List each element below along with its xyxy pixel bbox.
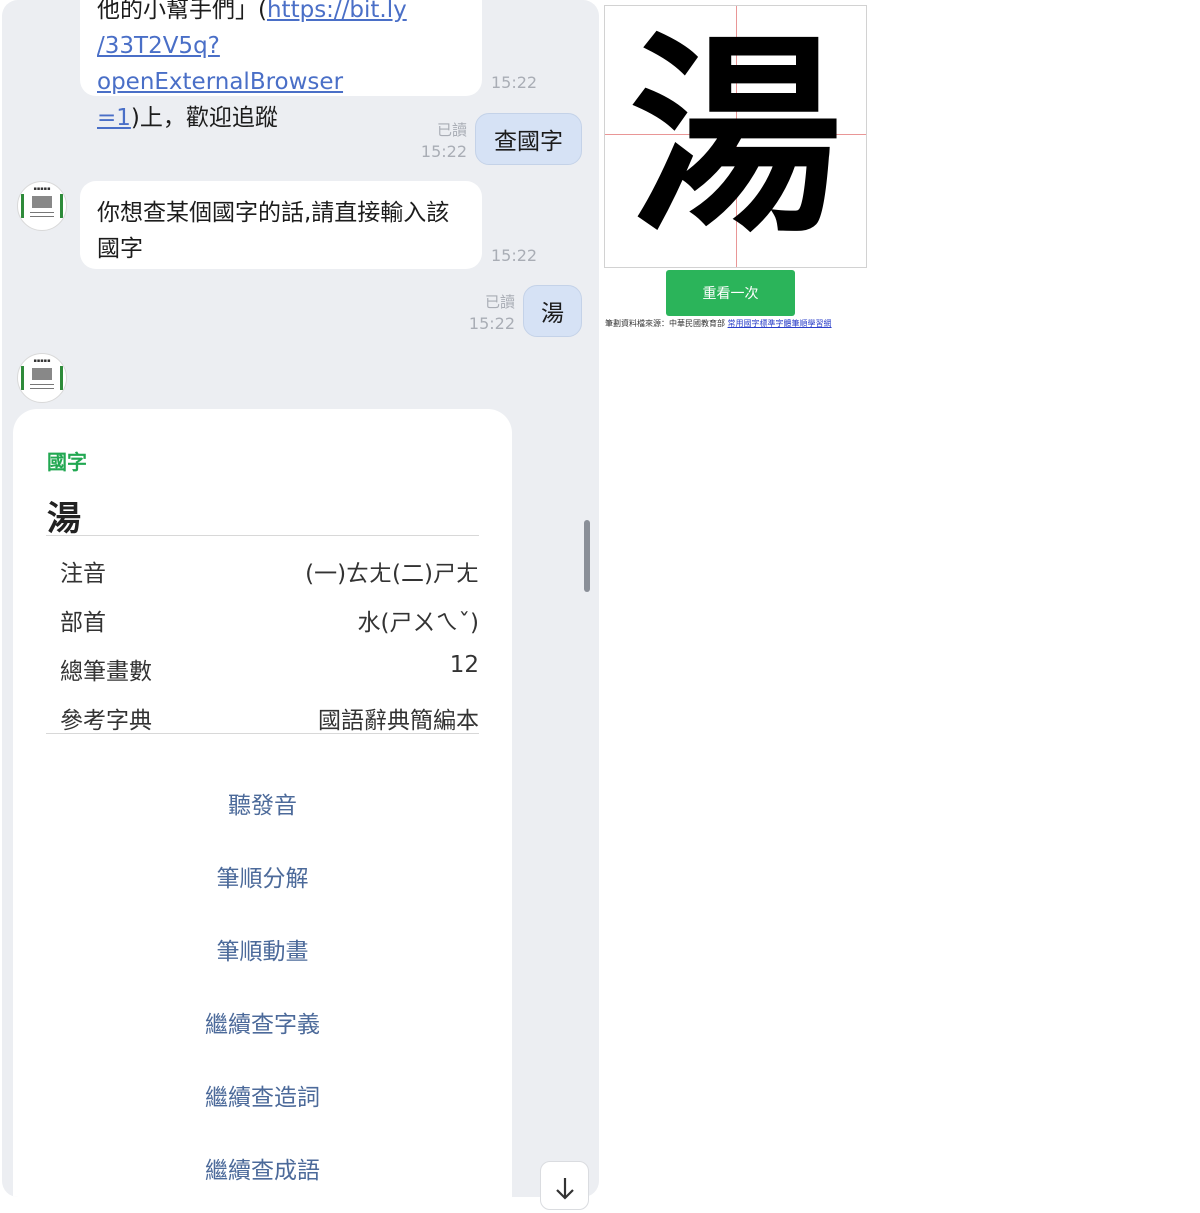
stroke-animation-button[interactable]: 筆順動畫 — [13, 932, 512, 966]
message-text: 他的小幫手們」( — [97, 0, 267, 23]
info-key: 總筆畫數 — [60, 659, 152, 685]
scroll-down-button[interactable] — [540, 1161, 589, 1210]
info-value: 水(ㄕㄨㄟˇ) — [357, 610, 479, 636]
source-credit: 筆劃資料檔來源：中華民國教育部 常用國字標準字體筆順學習網 — [605, 318, 832, 329]
card-tag: 國字 — [47, 450, 87, 474]
info-key: 參考字典 — [60, 708, 152, 734]
avatar-logo: ▪▪▪▪▪ — [33, 358, 51, 364]
arrow-down-icon — [556, 1178, 574, 1200]
incoming-message-bubble: 你想查某個國字的話,請直接輸入該國字 — [80, 181, 482, 269]
outgoing-message-bubble: 湯 — [523, 285, 582, 337]
message-link[interactable]: /33T2V5q?openExternalBrowser — [97, 33, 343, 95]
message-timestamp: 15:22 — [420, 142, 467, 161]
character-info-card: 國字 湯 注音 (一)ㄊㄤ(二)ㄕㄤ 部首 水(ㄕㄨㄟˇ) 總筆畫數 12 參考… — [13, 409, 512, 1197]
source-link[interactable]: 常用國字標準字體筆順學習網 — [728, 319, 832, 328]
info-key: 部首 — [60, 610, 106, 636]
card-character: 湯 — [47, 499, 81, 539]
message-text: 查國字 — [494, 129, 563, 155]
message-text: 湯 — [541, 301, 564, 327]
divider — [46, 733, 479, 734]
scrollbar-thumb[interactable] — [584, 520, 590, 592]
source-text: 筆劃資料檔來源：中華民國教育部 — [605, 319, 728, 328]
message-text: )上，歡迎追蹤 — [130, 105, 278, 131]
replay-button[interactable]: 重看一次 — [666, 270, 795, 316]
info-row: 注音 (一)ㄊㄤ(二)ㄕㄤ — [60, 554, 479, 594]
info-row: 部首 水(ㄕㄨㄟˇ) — [60, 603, 479, 643]
read-receipt: 已讀 15:22 — [460, 291, 515, 335]
message-link[interactable]: https://bit.ly — [267, 0, 407, 23]
info-row: 總筆畫數 12 — [60, 652, 479, 692]
message-timestamp: 15:22 — [491, 246, 538, 265]
stroke-order-canvas: 湯 — [604, 5, 867, 268]
info-value: 國語辭典簡編本 — [318, 708, 479, 734]
divider — [46, 535, 479, 536]
stroke-character: 湯 — [629, 11, 842, 261]
bot-avatar[interactable]: ▪▪▪▪▪ — [17, 353, 67, 403]
read-label: 已讀 — [484, 293, 515, 311]
lookup-idioms-button[interactable]: 繼續查成語 — [13, 1151, 512, 1185]
message-timestamp: 15:22 — [491, 73, 538, 92]
listen-pronunciation-button[interactable]: 聽發音 — [13, 786, 512, 820]
chat-panel[interactable]: 他的小幫手們」(https://bit.ly /33T2V5q?openExte… — [2, 0, 599, 1197]
avatar-logo: ▪▪▪▪▪ — [33, 186, 51, 192]
read-receipt: 已讀 15:22 — [412, 119, 467, 163]
bot-avatar[interactable]: ▪▪▪▪▪ — [17, 181, 67, 231]
info-value: (一)ㄊㄤ(二)ㄕㄤ — [305, 561, 479, 587]
read-label: 已讀 — [436, 121, 467, 139]
stroke-breakdown-button[interactable]: 筆順分解 — [13, 859, 512, 893]
lookup-meaning-button[interactable]: 繼續查字義 — [13, 1005, 512, 1039]
outgoing-message-bubble: 查國字 — [475, 113, 582, 165]
message-timestamp: 15:22 — [468, 314, 515, 333]
info-row: 參考字典 國語辭典簡編本 — [60, 701, 479, 741]
info-key: 注音 — [60, 561, 106, 587]
incoming-message-bubble: 他的小幫手們」(https://bit.ly /33T2V5q?openExte… — [80, 0, 482, 131]
message-text: 你想查某個國字的話,請直接輸入該國字 — [97, 200, 450, 262]
message-link[interactable]: =1 — [97, 105, 131, 131]
lookup-words-button[interactable]: 繼續查造詞 — [13, 1078, 512, 1112]
info-value: 12 — [449, 652, 479, 678]
